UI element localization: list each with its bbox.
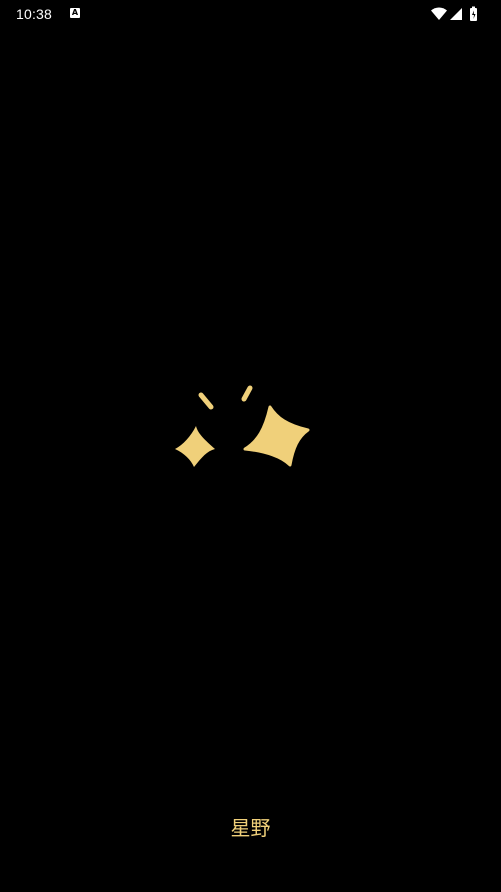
wifi-icon xyxy=(431,7,447,20)
a-notification-icon: A xyxy=(70,8,80,18)
signal-icon xyxy=(450,8,462,20)
status-icons xyxy=(431,6,487,22)
status-bar: 10:38 A xyxy=(0,0,501,30)
sparkle-stars-icon xyxy=(165,380,325,480)
status-time: 10:38 xyxy=(16,6,53,22)
battery-charging-icon xyxy=(470,6,477,21)
brand-name: 星野 xyxy=(230,816,271,840)
